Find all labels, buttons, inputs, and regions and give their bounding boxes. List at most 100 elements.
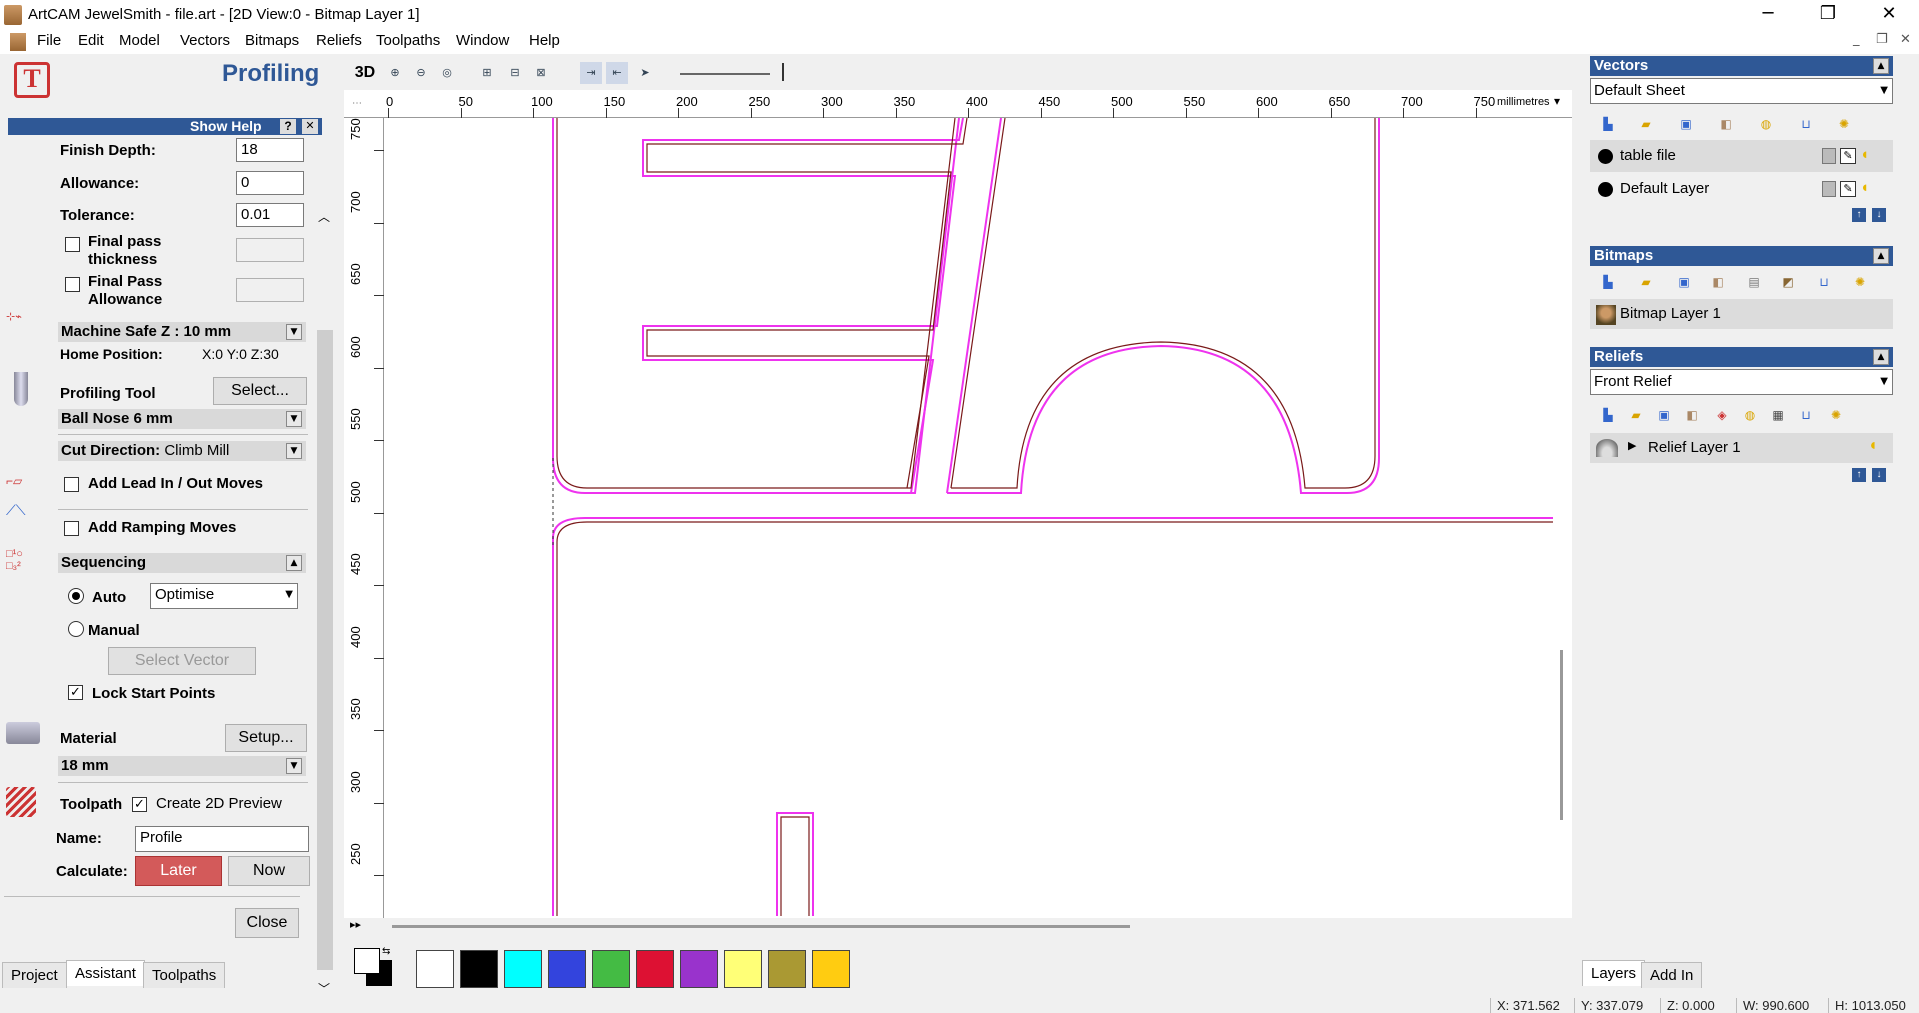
tab-toolpaths[interactable]: Toolpaths — [143, 962, 226, 988]
lock-icon[interactable] — [1822, 181, 1836, 197]
color-swatch[interactable] — [768, 950, 806, 988]
color-swatch[interactable] — [416, 950, 454, 988]
swap-colors-icon[interactable]: ⇆ — [382, 946, 390, 957]
zoom-all-icon[interactable]: ⊠ — [530, 62, 552, 84]
move-relief-down-icon[interactable]: ↓ — [1872, 468, 1886, 482]
visibility-bulb-icon[interactable]: ◖ — [1860, 146, 1869, 163]
color-swatch[interactable] — [724, 950, 762, 988]
color-swatch[interactable] — [548, 950, 586, 988]
color-swatch[interactable] — [504, 950, 542, 988]
add-ramping-checkbox[interactable] — [64, 521, 79, 536]
relief-layer-bulb-icon[interactable]: ◖ — [1868, 437, 1878, 455]
close-icon[interactable]: ✕ — [1866, 0, 1912, 30]
scroll-down-icon[interactable]: ﹀ — [318, 980, 330, 997]
vector-sheet-select[interactable]: Default Sheet ▼ — [1590, 78, 1893, 104]
panel-scrollbar[interactable]: ︿ ﹀ — [316, 150, 334, 996]
view-slider[interactable] — [680, 73, 770, 75]
menu-toolpaths[interactable]: Toolpaths — [376, 32, 440, 49]
calculate-later-button[interactable]: Later — [135, 856, 222, 886]
merge-relief-icon[interactable]: ◈ — [1712, 405, 1732, 425]
zoom-previous-icon[interactable]: ⊟ — [504, 62, 526, 84]
menu-window[interactable]: Window — [456, 32, 509, 49]
color-swatch[interactable] — [460, 950, 498, 988]
color-swatch[interactable] — [680, 950, 718, 988]
select-tool-button[interactable]: Select... — [213, 377, 307, 405]
arrow-icon[interactable]: ➤ — [634, 62, 656, 84]
relief-save-image-icon[interactable]: ▦ — [1768, 405, 1788, 425]
copy-layer-icon[interactable]: ◧ — [1716, 114, 1736, 134]
zoom-fit-icon[interactable]: ◎ — [436, 62, 458, 84]
final-pass-allowance-checkbox[interactable] — [65, 277, 80, 292]
open-folder-icon[interactable]: ▰ — [1636, 114, 1656, 134]
3d-view-button[interactable]: 3D — [352, 62, 378, 84]
menu-vectors[interactable]: Vectors — [180, 32, 230, 49]
snap-grid-icon[interactable]: ⇤ — [606, 62, 628, 84]
new-layer-icon[interactable]: ▙ — [1598, 114, 1618, 134]
minimize-icon[interactable]: ─ — [1745, 0, 1791, 30]
dropdown-arrow-icon[interactable]: ▼ — [286, 411, 302, 427]
canvas-hscrollbar[interactable] — [392, 925, 1130, 928]
new-relief-icon[interactable]: ▙ — [1598, 405, 1618, 425]
final-pass-thickness-checkbox[interactable] — [65, 237, 80, 252]
tab-assistant[interactable]: Assistant — [66, 960, 145, 986]
tolerance-input[interactable]: 0.01 — [236, 203, 304, 227]
toolpath-name-input[interactable]: Profile — [135, 826, 309, 852]
add-lead-checkbox[interactable] — [64, 477, 79, 492]
dropdown-arrow-icon[interactable]: ▼ — [286, 758, 302, 774]
menu-reliefs[interactable]: Reliefs — [316, 32, 362, 49]
bitmap-bulb-icon[interactable]: ✺ — [1850, 272, 1870, 292]
color-swatch[interactable] — [592, 950, 630, 988]
edit-icon[interactable]: ✎ — [1840, 148, 1856, 164]
finish-depth-input[interactable]: 18 — [236, 138, 304, 162]
move-layer-up-icon[interactable]: ↑ — [1852, 208, 1866, 222]
menu-help[interactable]: Help — [529, 32, 560, 49]
manual-radio[interactable] — [68, 621, 84, 637]
collapse-arrow-icon[interactable]: ▲ — [286, 555, 302, 571]
visibility-bulb-icon[interactable]: ◖ — [1860, 179, 1869, 196]
material-setup-button[interactable]: Setup... — [225, 724, 307, 752]
open-relief-icon[interactable]: ▰ — [1626, 405, 1646, 425]
collapse-arrow-icon[interactable]: ▲ — [1873, 248, 1889, 264]
help-question-icon[interactable]: ? — [280, 119, 296, 134]
view-slider-thumb[interactable] — [780, 63, 784, 81]
canvas-vscrollbar[interactable] — [1560, 650, 1563, 820]
color-swatch[interactable] — [636, 950, 674, 988]
close-panel-button[interactable]: Close — [235, 908, 299, 938]
color-swatch[interactable] — [812, 950, 850, 988]
relief-select[interactable]: Front Relief ▼ — [1590, 369, 1893, 395]
lightbulb-icon[interactable]: ◍ — [1756, 114, 1776, 134]
new-bitmap-icon[interactable]: ▙ — [1598, 272, 1618, 292]
relief-layer-row[interactable]: ▶ Relief Layer 1 ◖ — [1590, 433, 1893, 463]
help-close-icon[interactable]: ✕ — [302, 119, 318, 134]
lightbulb-all-icon[interactable]: ✺ — [1834, 114, 1854, 134]
sequencing-header[interactable]: Sequencing ▲ — [58, 553, 306, 573]
grayscale-icon[interactable]: ▤ — [1744, 272, 1764, 292]
show-help-link[interactable]: Show Help — [190, 118, 262, 134]
vector-drawing[interactable] — [389, 118, 1553, 916]
vector-layer-row[interactable]: Default Layer ✎ ◖ — [1590, 173, 1893, 205]
material-dropdown[interactable]: 18 mm ▼ — [58, 756, 306, 776]
save-bitmap-icon[interactable]: ▣ — [1674, 272, 1694, 292]
dropdown-arrow-icon[interactable]: ▼ — [286, 324, 302, 340]
calculate-now-button[interactable]: Now — [228, 856, 310, 886]
mdi-minimize-icon[interactable]: _ — [1853, 32, 1860, 47]
copy-bitmap-icon[interactable]: ◧ — [1708, 272, 1728, 292]
lock-icon[interactable] — [1822, 148, 1836, 164]
tool-name-dropdown[interactable]: Ball Nose 6 mm ▼ — [58, 409, 306, 429]
menu-bitmaps[interactable]: Bitmaps — [245, 32, 299, 49]
save-relief-icon[interactable]: ▣ — [1654, 405, 1674, 425]
scroll-thumb[interactable] — [317, 330, 333, 970]
zoom-box-icon[interactable]: ⊞ — [476, 62, 498, 84]
cut-direction-dropdown[interactable]: Cut Direction: Climb Mill ▼ — [58, 441, 306, 461]
sequencing-select[interactable]: Optimise ▼ — [150, 583, 298, 609]
tab-project[interactable]: Project — [2, 962, 67, 988]
layer-color-dot[interactable] — [1598, 182, 1613, 197]
create-preview-checkbox[interactable]: ✓ — [132, 797, 147, 812]
collapse-arrow-icon[interactable]: ▲ — [1873, 58, 1889, 74]
zoom-out-icon[interactable]: ⊖ — [410, 62, 432, 84]
canvas-expand-icon[interactable]: ▸▸ — [350, 918, 361, 931]
menu-edit[interactable]: Edit — [78, 32, 104, 49]
delete-relief-icon[interactable]: ⊔ — [1796, 405, 1816, 425]
allowance-input[interactable]: 0 — [236, 171, 304, 195]
scroll-up-icon[interactable]: ︿ — [318, 208, 330, 225]
